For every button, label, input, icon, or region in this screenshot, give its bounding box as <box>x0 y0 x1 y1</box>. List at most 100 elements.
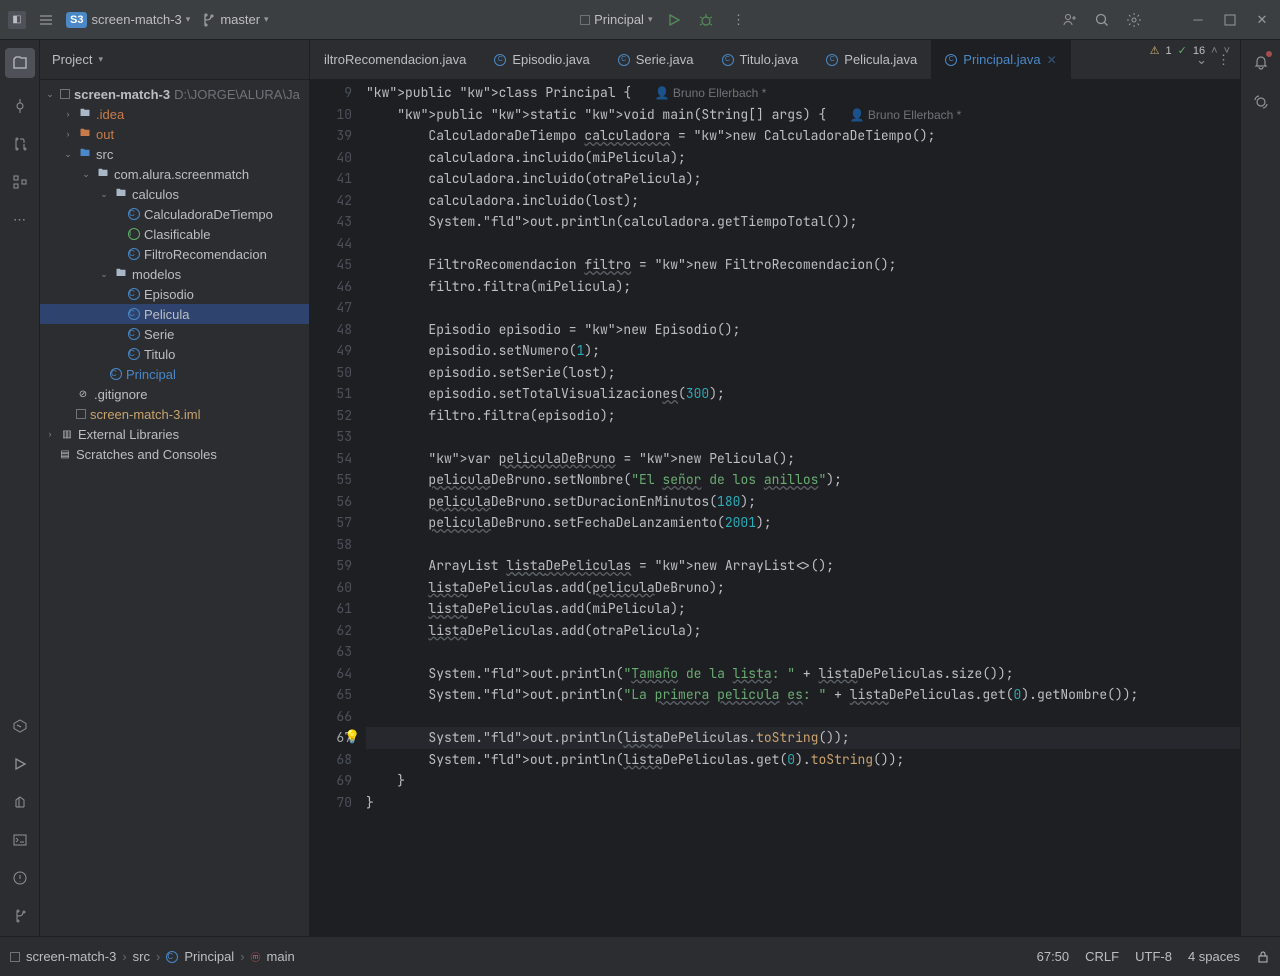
editor-tab[interactable]: iltroRecomendacion.java <box>310 40 480 80</box>
tree-class[interactable]: C Titulo <box>40 344 309 364</box>
terminal-tool-button[interactable] <box>10 830 30 850</box>
breadcrumb-separator: › <box>122 949 126 964</box>
readonly-lock-icon[interactable] <box>1256 950 1270 964</box>
expand-icon: ⌄ <box>80 169 92 180</box>
minimize-button[interactable]: ─ <box>1188 10 1208 30</box>
tree-scratches[interactable]: ▤ Scratches and Consoles <box>40 444 309 464</box>
line-gutter: 9103940414243444546474849505152535455565… <box>310 80 366 936</box>
hamburger-icon[interactable] <box>36 10 56 30</box>
class-icon: C <box>128 208 140 220</box>
file-encoding[interactable]: UTF-8 <box>1135 949 1172 964</box>
breadcrumb-item[interactable]: screen-match-3 <box>26 949 116 964</box>
tree-class[interactable]: C FiltroRecomendacion <box>40 244 309 264</box>
tree-root[interactable]: ⌄ screen-match-3 D:\JORGE\ALURA\Ja <box>40 84 309 104</box>
tree-extlib[interactable]: › ▥ External Libraries <box>40 424 309 444</box>
search-icon[interactable] <box>1092 10 1112 30</box>
library-icon: ▥ <box>60 427 74 441</box>
folder-icon: 🖿 <box>78 107 92 121</box>
editor-tabs: iltroRecomendacion.java C Episodio.java … <box>310 40 1240 80</box>
tree-label: .idea <box>96 107 124 122</box>
project-tool-button[interactable] <box>5 48 35 78</box>
vcs-tool-button[interactable] <box>10 906 30 926</box>
breadcrumb-item[interactable]: src <box>133 949 150 964</box>
code-editor[interactable]: 9103940414243444546474849505152535455565… <box>310 80 1240 936</box>
breadcrumb-separator: › <box>240 949 244 964</box>
tree-gitignore[interactable]: ⊘ .gitignore <box>40 384 309 404</box>
inspection-bar[interactable]: ⚠ 1 ✓ 16 ˄ ˅ <box>1150 44 1230 57</box>
indent-config[interactable]: 4 spaces <box>1188 949 1240 964</box>
more-actions-icon[interactable]: ⋮ <box>728 10 748 30</box>
tree-label: Principal <box>126 367 176 382</box>
services-tool-button[interactable] <box>10 716 30 736</box>
maximize-button[interactable] <box>1220 10 1240 30</box>
cursor-position[interactable]: 67:50 <box>1037 949 1070 964</box>
chevron-down-icon[interactable]: ˅ <box>1224 45 1230 57</box>
code-with-me-icon[interactable] <box>1060 10 1080 30</box>
tree-principal[interactable]: C Principal <box>40 364 309 384</box>
tree-label: calculos <box>132 187 179 202</box>
tree-modelos[interactable]: ⌄ 🖿 modelos <box>40 264 309 284</box>
notifications-button[interactable] <box>1251 52 1271 72</box>
package-icon: 🖿 <box>96 167 110 181</box>
run-tool-button[interactable] <box>10 754 30 774</box>
code-content[interactable]: "kw">public "kw">class Principal { 👤 Bru… <box>366 80 1240 936</box>
project-panel: Project ▾ ⌄ screen-match-3 D:\JORGE\ALUR… <box>40 40 310 936</box>
project-panel-header[interactable]: Project ▾ <box>40 40 309 80</box>
tree-idea[interactable]: › 🖿 .idea <box>40 104 309 124</box>
expand-icon: ⌄ <box>44 89 56 100</box>
tree-label: .gitignore <box>94 387 147 402</box>
editor-area: iltroRecomendacion.java C Episodio.java … <box>310 40 1240 936</box>
run-button[interactable] <box>664 10 684 30</box>
problems-tool-button[interactable] <box>10 868 30 888</box>
build-tool-button[interactable] <box>10 792 30 812</box>
tree-iml[interactable]: screen-match-3.iml <box>40 404 309 424</box>
chevron-down-icon: ▾ <box>98 54 103 65</box>
lightbulb-icon[interactable]: 💡 <box>344 728 360 745</box>
expand-icon: ⌄ <box>62 149 74 160</box>
breadcrumb-item[interactable]: main <box>267 949 295 964</box>
ok-count: 16 <box>1193 45 1205 57</box>
tree-calculos[interactable]: ⌄ 🖿 calculos <box>40 184 309 204</box>
line-separator[interactable]: CRLF <box>1085 949 1119 964</box>
debug-button[interactable] <box>696 10 716 30</box>
project-selector[interactable]: S3 screen-match-3 ▾ <box>66 12 190 28</box>
class-icon: C <box>722 54 734 66</box>
more-tools-button[interactable]: ⋯ <box>10 210 30 230</box>
editor-tab[interactable]: C Serie.java <box>604 40 708 80</box>
editor-tab[interactable]: C Pelicula.java <box>812 40 931 80</box>
run-config-selector[interactable]: Principal ▾ <box>580 12 652 27</box>
settings-icon[interactable] <box>1124 10 1144 30</box>
tree-out[interactable]: › 🖿 out <box>40 124 309 144</box>
breadcrumb[interactable]: screen-match-3 › src › C Principal › ⓜ m… <box>10 949 295 964</box>
collapse-icon: › <box>62 109 74 119</box>
editor-tab[interactable]: C Episodio.java <box>480 40 603 80</box>
editor-tab-active[interactable]: C Principal.java ✕ <box>931 40 1070 80</box>
structure-tool-button[interactable] <box>10 172 30 192</box>
tree-class-selected[interactable]: C Pelicula <box>40 304 309 324</box>
tree-class[interactable]: C CalculadoraDeTiempo <box>40 204 309 224</box>
tree-label: modelos <box>132 267 181 282</box>
ai-assistant-button[interactable] <box>1251 92 1271 112</box>
warning-count: 1 <box>1166 45 1172 57</box>
package-icon: 🖿 <box>114 187 128 201</box>
tree-label: External Libraries <box>78 427 179 442</box>
tree-src[interactable]: ⌄ 🖿 src <box>40 144 309 164</box>
branch-selector[interactable]: master ▾ <box>200 12 268 28</box>
tree-class[interactable]: C Serie <box>40 324 309 344</box>
tab-label: Pelicula.java <box>844 52 917 67</box>
close-button[interactable]: ✕ <box>1252 10 1272 30</box>
class-icon: C <box>166 951 178 963</box>
editor-tab[interactable]: C Titulo.java <box>708 40 813 80</box>
tree-package[interactable]: ⌄ 🖿 com.alura.screenmatch <box>40 164 309 184</box>
chevron-down-icon: ▾ <box>648 14 653 25</box>
close-icon[interactable]: ✕ <box>1047 53 1057 67</box>
pull-requests-button[interactable] <box>10 134 30 154</box>
tree-class[interactable]: C Episodio <box>40 284 309 304</box>
module-icon <box>580 15 590 25</box>
breadcrumb-item[interactable]: Principal <box>184 949 234 964</box>
tree-interface[interactable]: I Clasificable <box>40 224 309 244</box>
chevron-up-icon[interactable]: ˄ <box>1211 45 1217 57</box>
class-icon: C <box>945 54 957 66</box>
commit-tool-button[interactable] <box>10 96 30 116</box>
ide-logo-icon: ◧ <box>8 11 26 29</box>
